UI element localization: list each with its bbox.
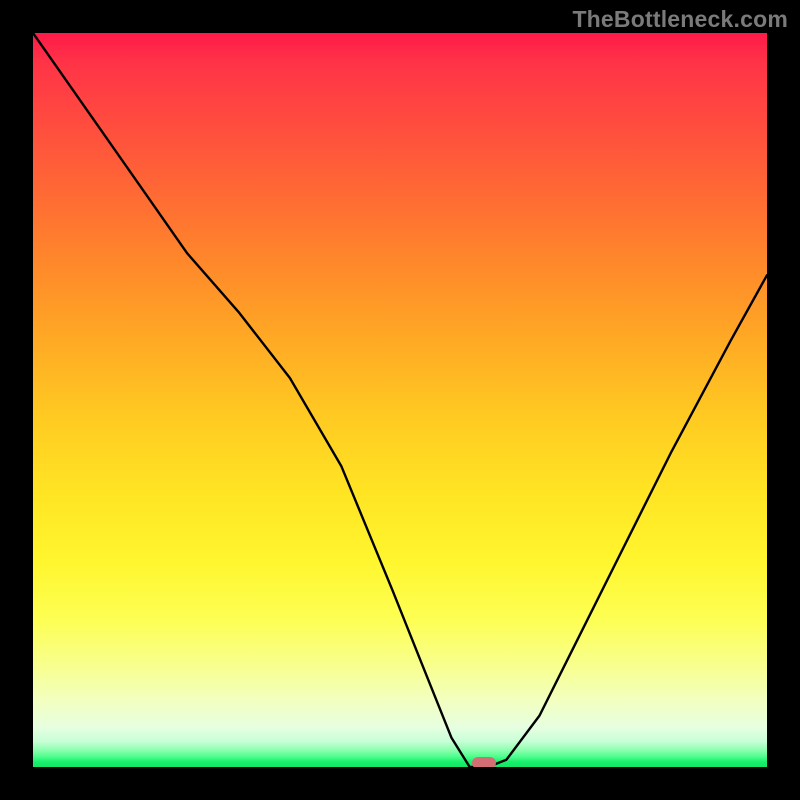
chart-frame: TheBottleneck.com	[0, 0, 800, 800]
plot-area	[33, 33, 767, 767]
bottleneck-curve	[33, 33, 767, 767]
watermark-text: TheBottleneck.com	[572, 6, 788, 33]
optimum-marker	[472, 757, 496, 767]
